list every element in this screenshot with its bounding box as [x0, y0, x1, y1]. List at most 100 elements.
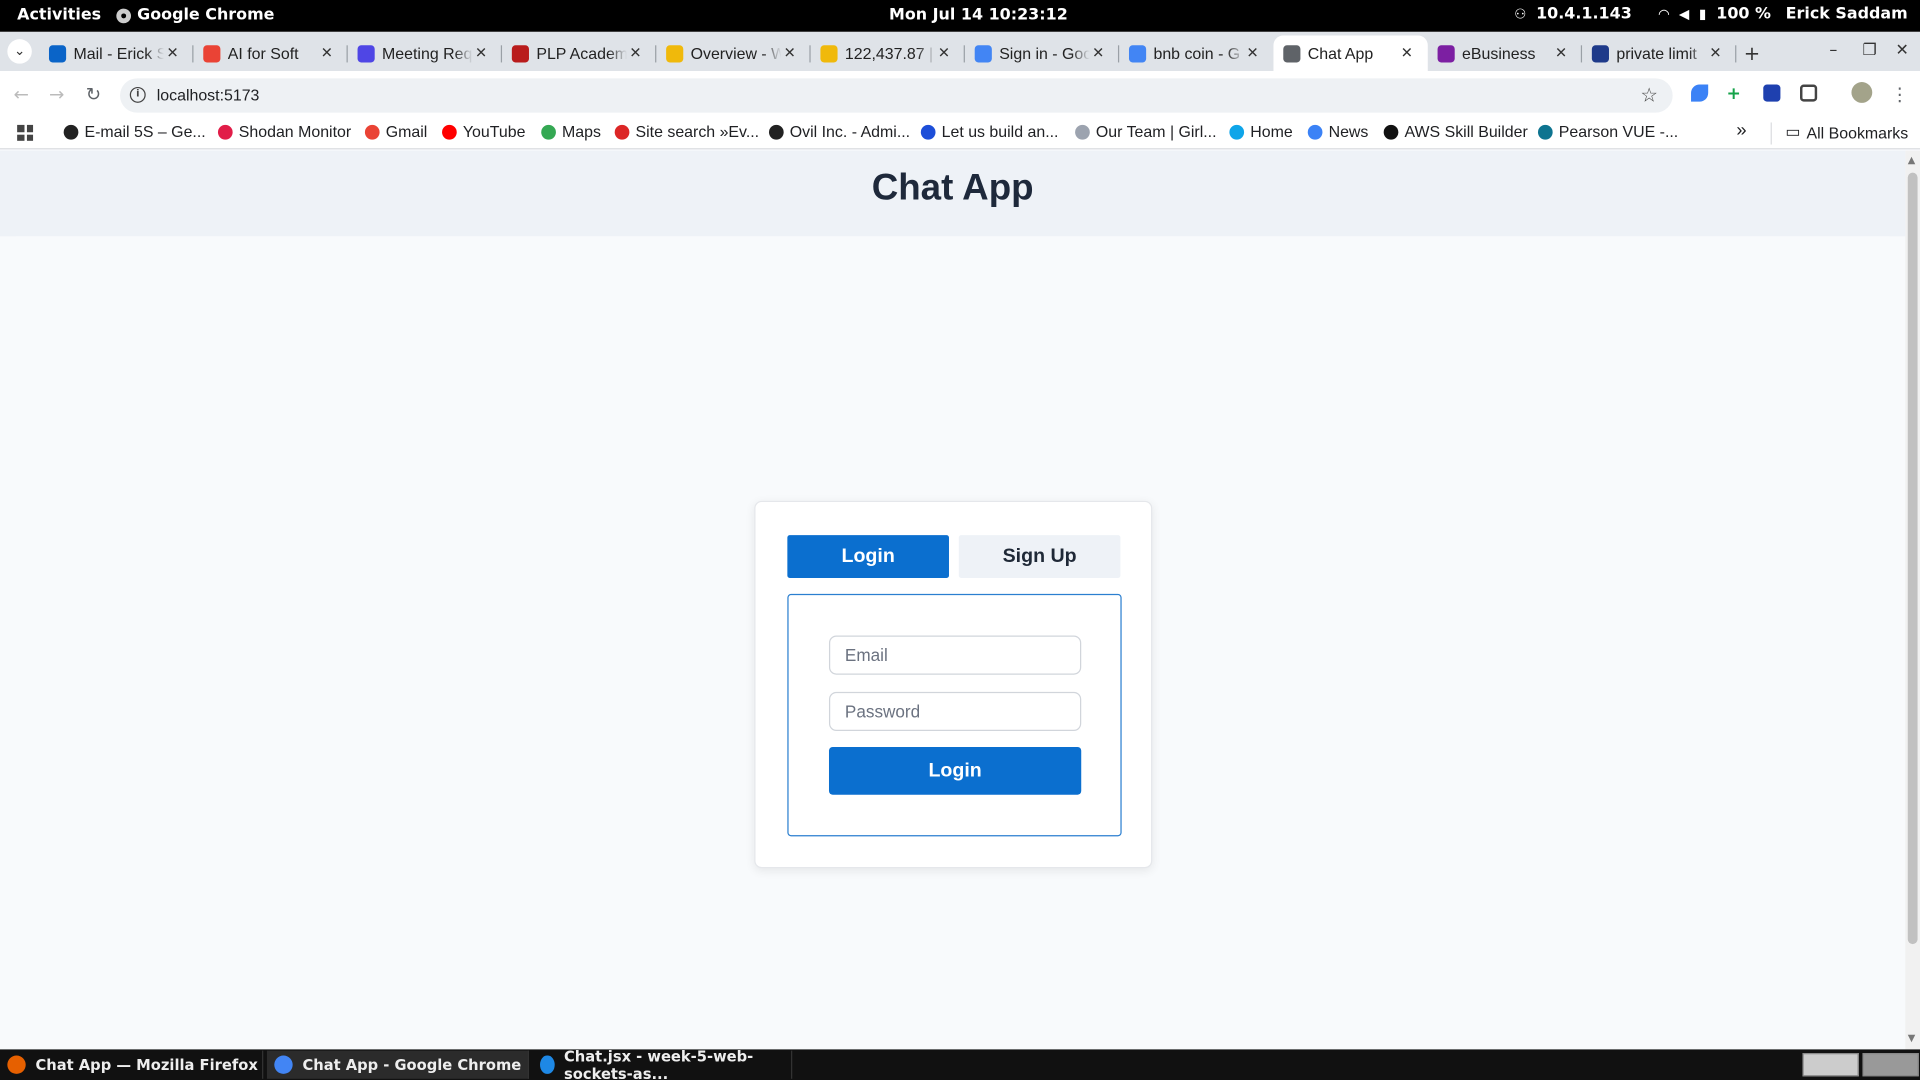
tab-close-icon[interactable]: ✕ — [938, 44, 950, 61]
tab-close-icon[interactable]: ✕ — [629, 44, 641, 61]
tab-title: Overview - W — [690, 44, 782, 63]
workspace-1[interactable] — [1802, 1053, 1859, 1077]
browser-tab[interactable]: PLP Academ ✕ — [502, 36, 657, 72]
browser-tab[interactable]: AI for Soft ✕ — [193, 36, 348, 72]
tab-title: bnb coin - G — [1153, 44, 1241, 63]
back-arrow-icon[interactable]: ← — [13, 83, 28, 105]
tab-close-icon[interactable]: ✕ — [475, 44, 487, 61]
bookmark-label: E-mail 5S – Ge... — [84, 122, 206, 141]
tab-favicon-icon — [1591, 44, 1609, 62]
extension-plus-icon[interactable]: + — [1727, 84, 1744, 104]
tab-close-icon[interactable]: ✕ — [166, 44, 178, 61]
tab-close-icon[interactable]: ✕ — [321, 44, 333, 61]
tab-signup[interactable]: Sign Up — [958, 535, 1121, 578]
auth-card: Login Sign Up Email Password Login — [754, 500, 1153, 869]
restore-icon[interactable]: ❐ — [1862, 42, 1876, 60]
browser-tab[interactable]: Chat App ✕ — [1273, 35, 1428, 72]
new-tab-plus-icon[interactable]: + — [1744, 42, 1760, 65]
bookmark-favicon-icon — [1307, 124, 1323, 139]
browser-tab[interactable]: eBusiness ✕ — [1428, 36, 1583, 72]
tab-close-icon[interactable]: ✕ — [1709, 44, 1721, 61]
page-title: Chat App — [871, 167, 1034, 209]
app-menu[interactable]: Google Chrome — [116, 6, 274, 24]
bookmark-item[interactable]: News — [1307, 122, 1368, 141]
browser-tab[interactable]: private limit ✕ — [1582, 36, 1737, 72]
bookmark-star-icon[interactable]: ☆ — [1640, 83, 1658, 106]
tab-strip: ⌄ Mail - Erick S ✕ AI for Soft ✕ Meeting Req… — [0, 31, 1920, 72]
taskbar-window[interactable]: Chat App - Google Chrome — [266, 1050, 529, 1079]
clock[interactable]: Mon Jul 14 10:23:12 — [889, 6, 1068, 24]
menu-kebab-icon[interactable]: ⋮ — [1891, 83, 1909, 105]
forward-arrow-icon[interactable]: → — [49, 83, 64, 105]
minimize-icon[interactable]: – — [1829, 42, 1837, 60]
workspace-2[interactable] — [1862, 1053, 1919, 1077]
bookmark-item[interactable]: AWS Skill Builder — [1383, 122, 1528, 141]
bookmark-favicon-icon — [442, 124, 457, 139]
tab-title: AI for Soft — [227, 44, 299, 63]
bookmark-item[interactable]: YouTube — [442, 122, 525, 141]
bookmark-item[interactable]: Let us build an... — [920, 122, 1059, 141]
bookmark-item[interactable]: Site search »Ev... — [614, 122, 759, 141]
password-field[interactable]: Password — [828, 691, 1082, 732]
bookmark-item[interactable]: Shodan Monitor — [217, 122, 351, 141]
browser-tab[interactable]: 122,437.87 | ✕ — [811, 36, 965, 72]
email-field[interactable]: Email — [828, 635, 1082, 675]
bookmark-item[interactable]: Ovil Inc. - Admi... — [768, 122, 910, 141]
tab-search-chevron-icon[interactable]: ⌄ — [7, 39, 32, 64]
login-submit-button[interactable]: Login — [828, 746, 1082, 795]
system-tray[interactable]: ⚇ 10.4.1.143 ◠ ◀ ▮ 100 % Erick Saddam — [1514, 5, 1908, 23]
bookmark-favicon-icon — [364, 124, 380, 139]
browser-tab[interactable]: Overview - W ✕ — [656, 36, 811, 72]
url-text[interactable]: localhost:5173 — [157, 86, 260, 104]
tab-close-icon[interactable]: ✕ — [784, 44, 796, 61]
bookmarks-overflow-icon[interactable]: » — [1736, 120, 1746, 141]
extensions-puzzle-icon[interactable] — [1800, 84, 1818, 102]
tab-close-icon[interactable]: ✕ — [1401, 44, 1413, 61]
apps-grid-icon[interactable] — [17, 124, 34, 141]
taskbar-window[interactable]: Chat App — Mozilla Firefox — [0, 1050, 264, 1079]
scroll-down-arrow-icon[interactable]: ▼ — [1908, 1032, 1916, 1043]
taskbar-window-label: Chat.jsx - week-5-web-sockets-as... — [564, 1047, 754, 1080]
tab-favicon-icon — [203, 44, 221, 62]
bookmark-item[interactable]: E-mail 5S – Ge... — [63, 122, 206, 141]
browser-tab[interactable]: Mail - Erick S ✕ — [39, 36, 194, 72]
bookmarks-separator — [1770, 122, 1772, 145]
browser-tab[interactable]: Sign in - Goo ✕ — [965, 36, 1120, 72]
browser-toolbar: ← → ↻ i localhost:5173 ☆ + ⋮ — [0, 71, 1920, 118]
bookmark-favicon-icon — [614, 124, 630, 139]
bookmark-item[interactable]: Our Team | Girl... — [1075, 122, 1217, 141]
page-scrollbar[interactable]: ▲ ▼ — [1905, 150, 1920, 1050]
all-bookmarks-folder[interactable]: ▭ All Bookmarks — [1785, 122, 1908, 142]
bookmark-item[interactable]: Pearson VUE -... — [1537, 122, 1678, 141]
tab-favicon-icon — [511, 44, 529, 62]
browser-tab[interactable]: Meeting Req ✕ — [348, 36, 503, 72]
tab-close-icon[interactable]: ✕ — [1246, 44, 1258, 61]
extension-feather-icon[interactable] — [1691, 84, 1709, 102]
bookmark-label: Our Team | Girl... — [1095, 122, 1217, 141]
taskbar-app-icon — [274, 1055, 293, 1074]
scrollbar-thumb[interactable] — [1907, 172, 1918, 945]
tab-login[interactable]: Login — [787, 535, 949, 578]
extension-blue-icon[interactable] — [1763, 84, 1781, 102]
taskbar-window-label: Chat App — Mozilla Firefox — [35, 1056, 258, 1074]
reload-icon[interactable]: ↻ — [86, 83, 101, 105]
app-menu-label: Google Chrome — [137, 6, 275, 25]
taskbar-window[interactable]: Chat.jsx - week-5-web-sockets-as... — [533, 1047, 793, 1080]
bookmark-item[interactable]: Gmail — [364, 122, 427, 141]
profile-avatar[interactable] — [1851, 82, 1873, 103]
browser-tab[interactable]: bnb coin - G ✕ — [1119, 36, 1273, 72]
tab-title: Sign in - Goo — [999, 44, 1090, 63]
bookmark-item[interactable]: Maps — [541, 122, 601, 141]
bookmark-item[interactable]: Home — [1229, 122, 1293, 141]
tab-close-icon[interactable]: ✕ — [1555, 44, 1567, 61]
bookmark-favicon-icon — [1229, 124, 1245, 139]
address-bar[interactable]: i localhost:5173 ☆ — [120, 78, 1673, 113]
bookmark-favicon-icon — [768, 124, 784, 139]
bookmark-label: Let us build an... — [941, 122, 1059, 141]
close-window-icon[interactable]: ✕ — [1896, 42, 1909, 60]
activities-button[interactable]: Activities — [17, 6, 101, 24]
tab-close-icon[interactable]: ✕ — [1092, 44, 1104, 61]
scroll-up-arrow-icon[interactable]: ▲ — [1908, 154, 1916, 165]
tab-favicon-icon — [1437, 44, 1455, 62]
site-info-icon[interactable]: i — [129, 86, 146, 103]
